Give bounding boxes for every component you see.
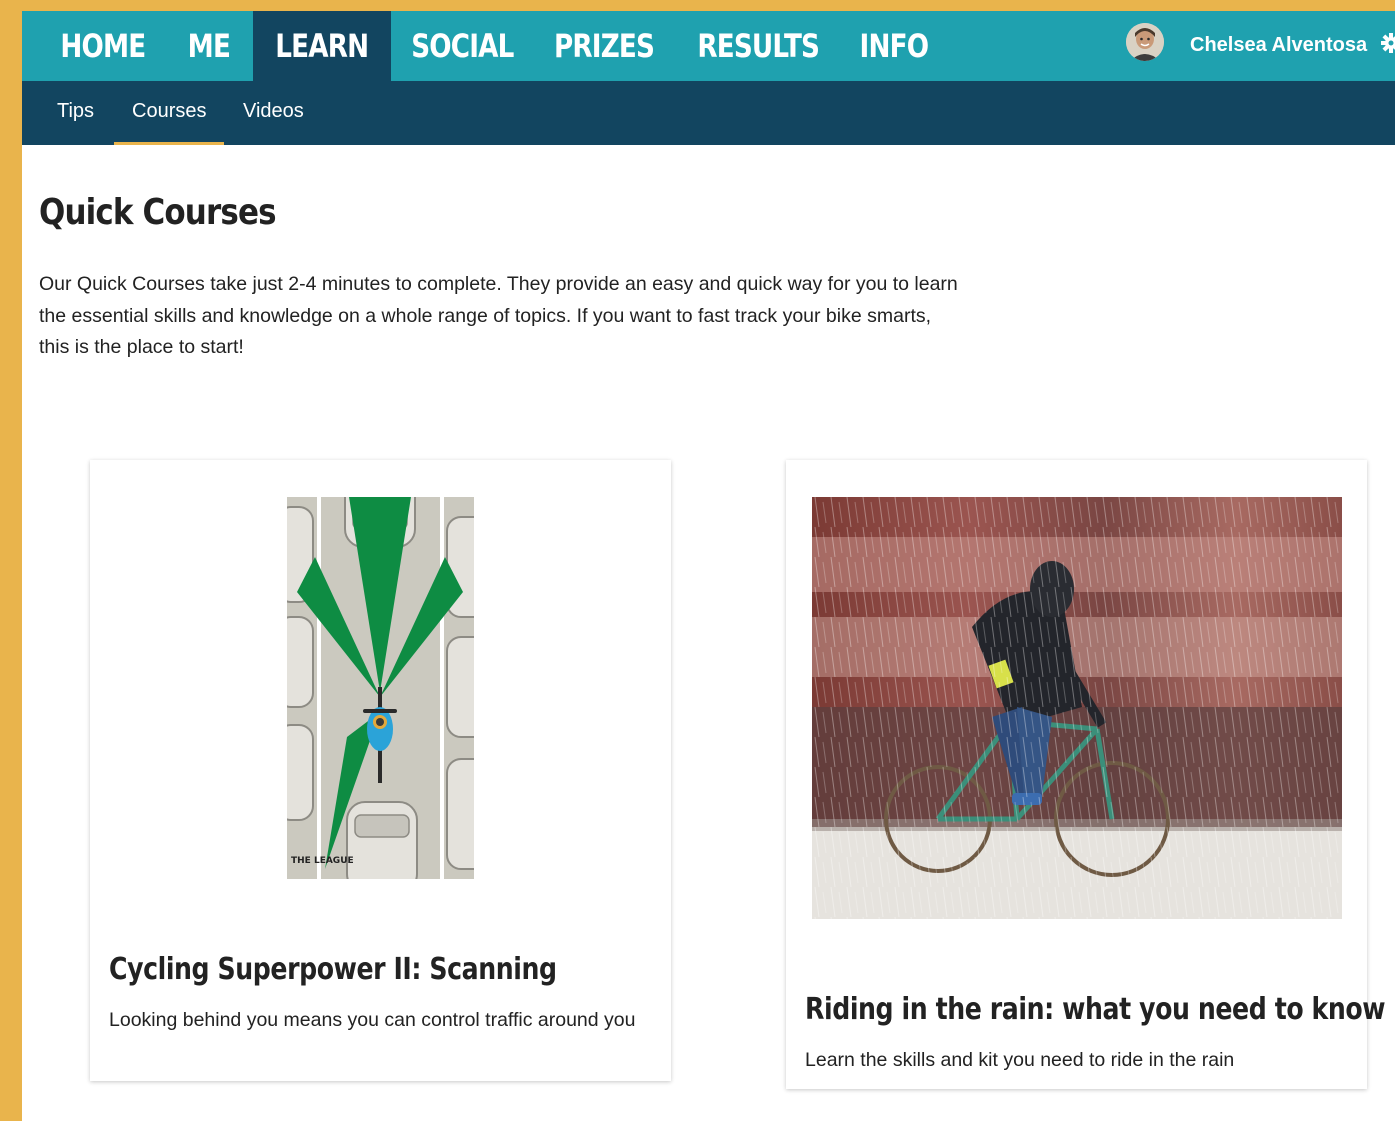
tab-prizes[interactable]: PRIZES	[540, 11, 668, 81]
image-logo-text: THE LEAGUE	[291, 856, 354, 866]
course-card-scanning[interactable]: THE LEAGUE Cycling Superpower II: Scanni…	[90, 460, 671, 1081]
intro-text: Our Quick Courses take just 2-4 minutes …	[39, 273, 958, 358]
tab-home-label: HOME	[60, 27, 146, 65]
tab-results[interactable]: RESULTS	[684, 11, 830, 81]
page-title: Quick Courses	[39, 192, 277, 233]
course-image-rain	[812, 497, 1342, 919]
tab-social-label: SOCIAL	[410, 27, 514, 65]
course-card-rain[interactable]: Riding in the rain: what you need to kno…	[786, 460, 1386, 1089]
subtab-videos[interactable]: Videos	[243, 81, 304, 145]
tab-results-label: RESULTS	[697, 27, 820, 65]
tab-learn-label: LEARN	[275, 27, 369, 65]
tab-me-label: ME	[187, 27, 231, 65]
course-desc-rain: Learn the skills and kit you need to rid…	[805, 1049, 1235, 1071]
subtab-courses[interactable]: Courses	[114, 81, 225, 145]
avatar[interactable]	[1126, 23, 1164, 61]
user-name[interactable]: Chelsea Alventosa	[1190, 11, 1367, 81]
tab-info[interactable]: INFO	[848, 11, 940, 81]
course-title-scanning[interactable]: Cycling Superpower II: Scanning	[109, 952, 557, 987]
tab-prizes-label: PRIZES	[553, 27, 655, 65]
course-desc-scanning: Looking behind you means you can control…	[109, 1009, 636, 1031]
sub-nav: Tips Courses Videos	[22, 81, 1395, 145]
tab-social[interactable]: SOCIAL	[398, 11, 526, 81]
tab-me[interactable]: ME	[174, 11, 244, 81]
tab-home[interactable]: HOME	[44, 11, 162, 81]
app-frame: HOME ME LEARN SOCIAL PRIZES RESULTS INFO…	[22, 11, 1395, 1121]
gear-icon[interactable]	[1380, 32, 1395, 54]
course-image-scanning: THE LEAGUE	[287, 497, 474, 879]
tab-learn[interactable]: LEARN	[253, 11, 391, 81]
course-title-rain[interactable]: Riding in the rain: what you need to kno…	[805, 992, 1386, 1027]
subtab-tips[interactable]: Tips	[57, 81, 94, 145]
top-nav: HOME ME LEARN SOCIAL PRIZES RESULTS INFO…	[22, 11, 1395, 81]
tab-info-label: INFO	[859, 27, 929, 65]
